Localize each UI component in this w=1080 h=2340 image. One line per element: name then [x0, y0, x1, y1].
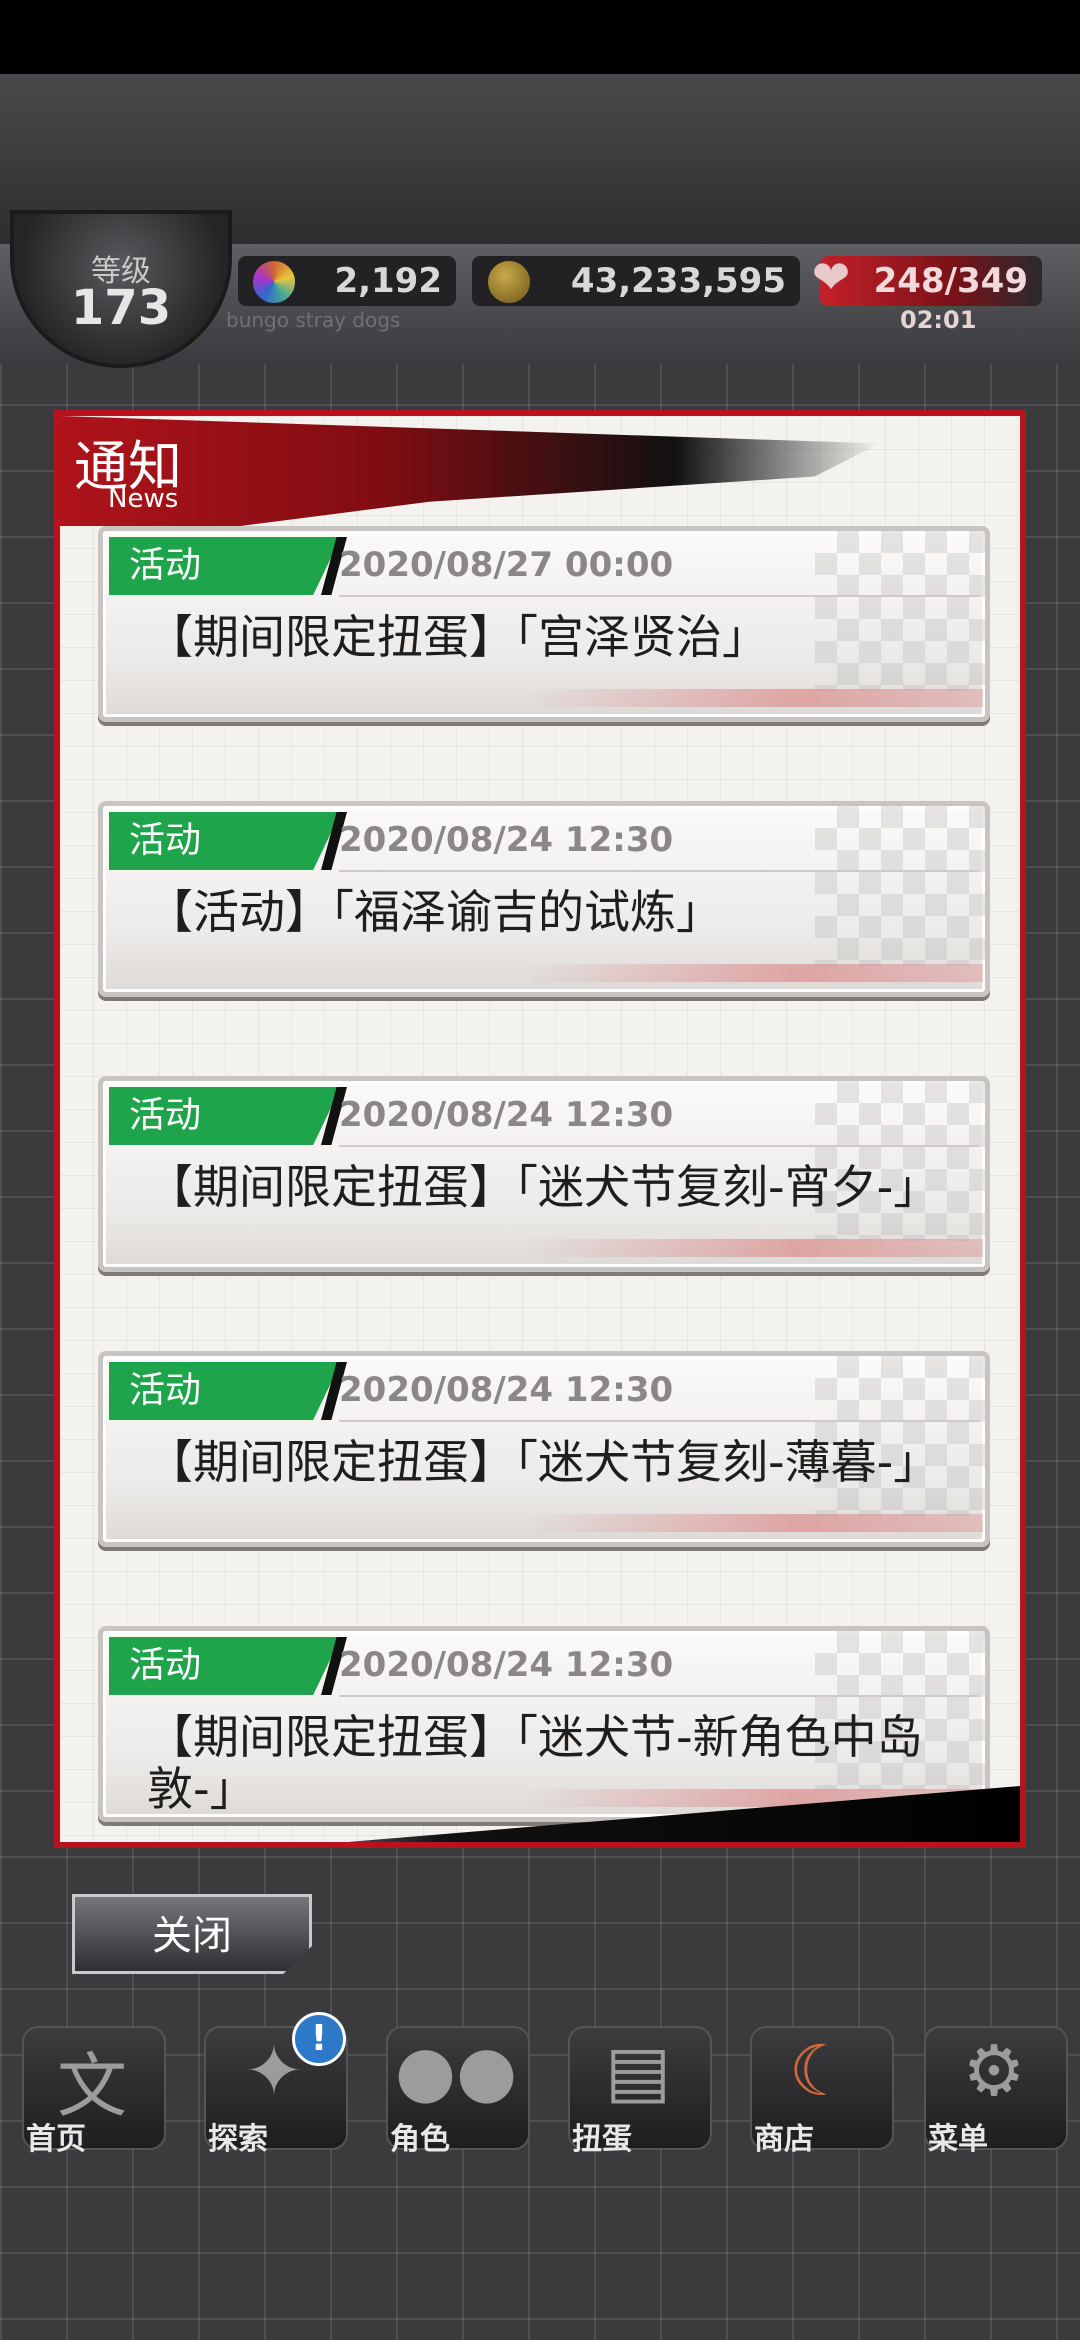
gem-icon	[250, 258, 298, 306]
nav-label: 扭蛋	[572, 2122, 632, 2157]
nav-label: 探索	[208, 2122, 268, 2157]
news-item[interactable]: 活动 2020/08/24 12:30 【期间限定扭蛋】「迷犬节复刻-宵夕-」	[98, 1076, 990, 1272]
status-bar	[0, 0, 1080, 74]
news-title: 【期间限定扭蛋】「迷犬节-新角色中岛敦-」	[147, 1710, 923, 1816]
characters-icon: ●●	[394, 2030, 518, 2112]
nav-label: 菜单	[928, 2122, 988, 2157]
news-title: 【期间限定扭蛋】「迷犬节复刻-宵夕-」	[147, 1160, 940, 1214]
news-item[interactable]: 活动 2020/08/24 12:30 【活动】「福泽谕吉的试炼」	[98, 801, 990, 997]
gold-coin-icon	[485, 258, 533, 306]
heart-icon: ❤	[811, 250, 851, 304]
news-date: 2020/08/24 12:30	[339, 1645, 674, 1685]
news-item[interactable]: 活动 2020/08/24 12:30 【期间限定扭蛋】「迷犬节复刻-薄暮-」	[98, 1351, 990, 1547]
nav-shop[interactable]: ☾ 商店	[736, 2010, 904, 2170]
news-title: 【期间限定扭蛋】「迷犬节复刻-薄暮-」	[147, 1435, 940, 1489]
news-tag: 活动	[109, 1637, 341, 1695]
news-date: 2020/08/24 12:30	[339, 820, 674, 860]
divider	[339, 1420, 979, 1422]
nav-label: 首页	[26, 2122, 86, 2157]
news-modal: 通知 News 活动 2020/08/27 00:00 【期间限定扭蛋】「宫泽贤…	[54, 410, 1026, 1848]
news-title: 【活动】「福泽谕吉的试炼」	[147, 885, 722, 939]
divider	[339, 1145, 979, 1147]
news-tag: 活动	[109, 1087, 341, 1145]
news-tag: 活动	[109, 537, 341, 595]
divider	[339, 870, 979, 872]
news-date: 2020/08/24 12:30	[339, 1370, 674, 1410]
nav-home[interactable]: 文 首页	[8, 2010, 176, 2170]
gear-icon: ⚙	[962, 2030, 1026, 2112]
gacha-book-icon: ▤	[604, 2030, 672, 2112]
news-tag: 活动	[109, 812, 341, 870]
divider	[339, 1695, 979, 1697]
nav-label: 角色	[390, 2122, 450, 2157]
modal-header	[60, 416, 880, 526]
card-stripe	[523, 1239, 983, 1257]
close-button[interactable]: 关闭	[72, 1894, 312, 1974]
news-date: 2020/08/27 00:00	[339, 545, 674, 585]
card-stripe	[523, 1514, 983, 1532]
level-value: 173	[70, 280, 172, 336]
card-stripe	[523, 689, 983, 707]
news-tag: 活动	[109, 1362, 341, 1420]
bottom-nav: 文 首页 ✦ 探索 ●● 角色 ▤ 扭蛋 ☾ 商店 ⚙ 菜单	[0, 2010, 1080, 2180]
nav-menu[interactable]: ⚙ 菜单	[910, 2010, 1078, 2170]
notification-badge: !	[292, 2012, 346, 2066]
modal-subtitle: News	[108, 484, 179, 514]
nav-gacha[interactable]: ▤ 扭蛋	[554, 2010, 722, 2170]
nav-label: 商店	[754, 2122, 814, 2157]
hud-subtitle: bungo stray dogs	[226, 308, 401, 332]
news-title: 【期间限定扭蛋】「宫泽贤治」	[147, 610, 768, 664]
shop-moon-icon: ☾	[788, 2030, 852, 2112]
news-item[interactable]: 活动 2020/08/24 12:30 【期间限定扭蛋】「迷犬节-新角色中岛敦-…	[98, 1626, 990, 1822]
stamina-timer: 02:01	[900, 306, 977, 334]
news-date: 2020/08/24 12:30	[339, 1095, 674, 1135]
nav-characters[interactable]: ●● 角色	[372, 2010, 540, 2170]
card-stripe	[523, 964, 983, 982]
divider	[339, 595, 979, 597]
news-item[interactable]: 活动 2020/08/27 00:00 【期间限定扭蛋】「宫泽贤治」	[98, 526, 990, 722]
